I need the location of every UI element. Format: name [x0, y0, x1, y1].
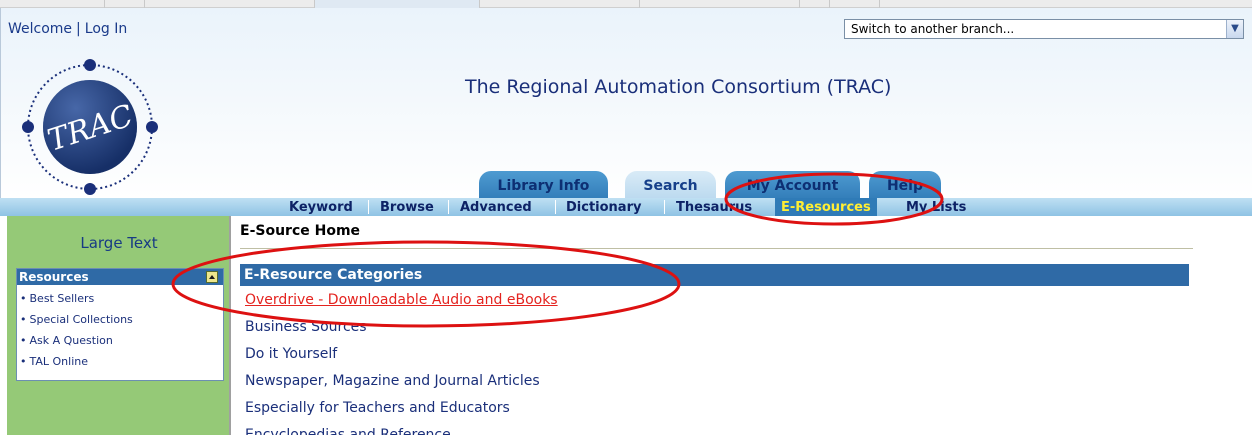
subnav-advanced[interactable]: Advanced: [460, 198, 532, 216]
resource-link-special-collections[interactable]: Special Collections: [20, 309, 223, 330]
subnav-my-lists[interactable]: My Lists: [906, 198, 966, 216]
category-link-business-sources[interactable]: Business Sources: [245, 319, 367, 335]
resource-link-ask-a-question[interactable]: Ask A Question: [20, 330, 223, 351]
subnav-dictionary[interactable]: Dictionary: [566, 198, 641, 216]
strip-segment: [830, 0, 880, 8]
subnav-divider: [555, 200, 556, 214]
strip-segment: [640, 0, 800, 8]
title-divider: [240, 248, 1193, 249]
large-text-link[interactable]: Large Text: [7, 234, 231, 252]
branch-select[interactable]: Switch to another branch... ▼: [844, 19, 1244, 39]
site-header: Welcome | Log In Switch to another branch.…: [0, 8, 1252, 203]
trac-logo: TRAC: [22, 59, 158, 195]
strip-segment: [800, 0, 830, 8]
resources-header: Resources: [17, 269, 223, 285]
tab-label: Library Info: [497, 178, 590, 194]
resources-header-label: Resources: [19, 270, 89, 284]
subnav-divider: [368, 200, 369, 214]
resources-list: Best Sellers Special Collections Ask A Q…: [17, 285, 223, 372]
logo-node-right: [146, 121, 158, 133]
strip-segment: [105, 0, 145, 8]
logo-node-bottom: [84, 183, 96, 195]
category-link-overdrive[interactable]: Overdrive - Downloadable Audio and eBook…: [245, 292, 558, 308]
strip-segment: [315, 0, 480, 8]
page-title: E-Source Home: [240, 223, 361, 239]
subnav-divider: [448, 200, 449, 214]
collapse-icon[interactable]: [206, 271, 218, 283]
subnav-thesaurus[interactable]: Thesaurus: [676, 198, 752, 216]
categories-header: E-Resource Categories: [240, 264, 1189, 286]
subnav-browse[interactable]: Browse: [380, 198, 434, 216]
category-link-teachers-educators[interactable]: Especially for Teachers and Educators: [245, 400, 510, 416]
left-sidebar: Large Text Resources Best Sellers Specia…: [7, 216, 231, 435]
branch-select-value: Switch to another branch...: [851, 22, 1015, 36]
subnav-divider: [664, 200, 665, 214]
top-strip: [0, 0, 1252, 8]
subnav-keyword[interactable]: Keyword: [289, 198, 353, 216]
tab-label: My Account: [746, 178, 839, 194]
strip-segment: [145, 0, 315, 8]
chevron-down-icon[interactable]: ▼: [1226, 20, 1243, 38]
welcome-separator: |: [76, 21, 81, 37]
category-link-encyclopedias-reference[interactable]: Encyclopedias and Reference: [245, 427, 451, 435]
resource-link-tal-online[interactable]: TAL Online: [20, 351, 223, 372]
welcome-label: Welcome: [8, 21, 73, 37]
subnav-e-resources[interactable]: E-Resources: [775, 198, 877, 216]
category-link-newspaper-magazine-journal[interactable]: Newspaper, Magazine and Journal Articles: [245, 373, 540, 389]
strip-segment: [480, 0, 640, 8]
tab-label: Help: [886, 178, 924, 194]
strip-segment: [0, 0, 105, 8]
category-link-do-it-yourself[interactable]: Do it Yourself: [245, 346, 337, 362]
tab-label: Search: [643, 178, 698, 194]
logo-node-top: [84, 59, 96, 71]
search-subnav: Keyword Browse Advanced Dictionary Thesa…: [0, 198, 1252, 216]
logo-node-left: [22, 121, 34, 133]
site-title: The Regional Automation Consortium (TRAC…: [465, 76, 892, 98]
resources-panel: Resources Best Sellers Special Collectio…: [16, 268, 224, 381]
welcome-bar: Welcome | Log In: [8, 21, 127, 37]
login-link[interactable]: Log In: [85, 21, 127, 37]
resource-link-best-sellers[interactable]: Best Sellers: [20, 288, 223, 309]
